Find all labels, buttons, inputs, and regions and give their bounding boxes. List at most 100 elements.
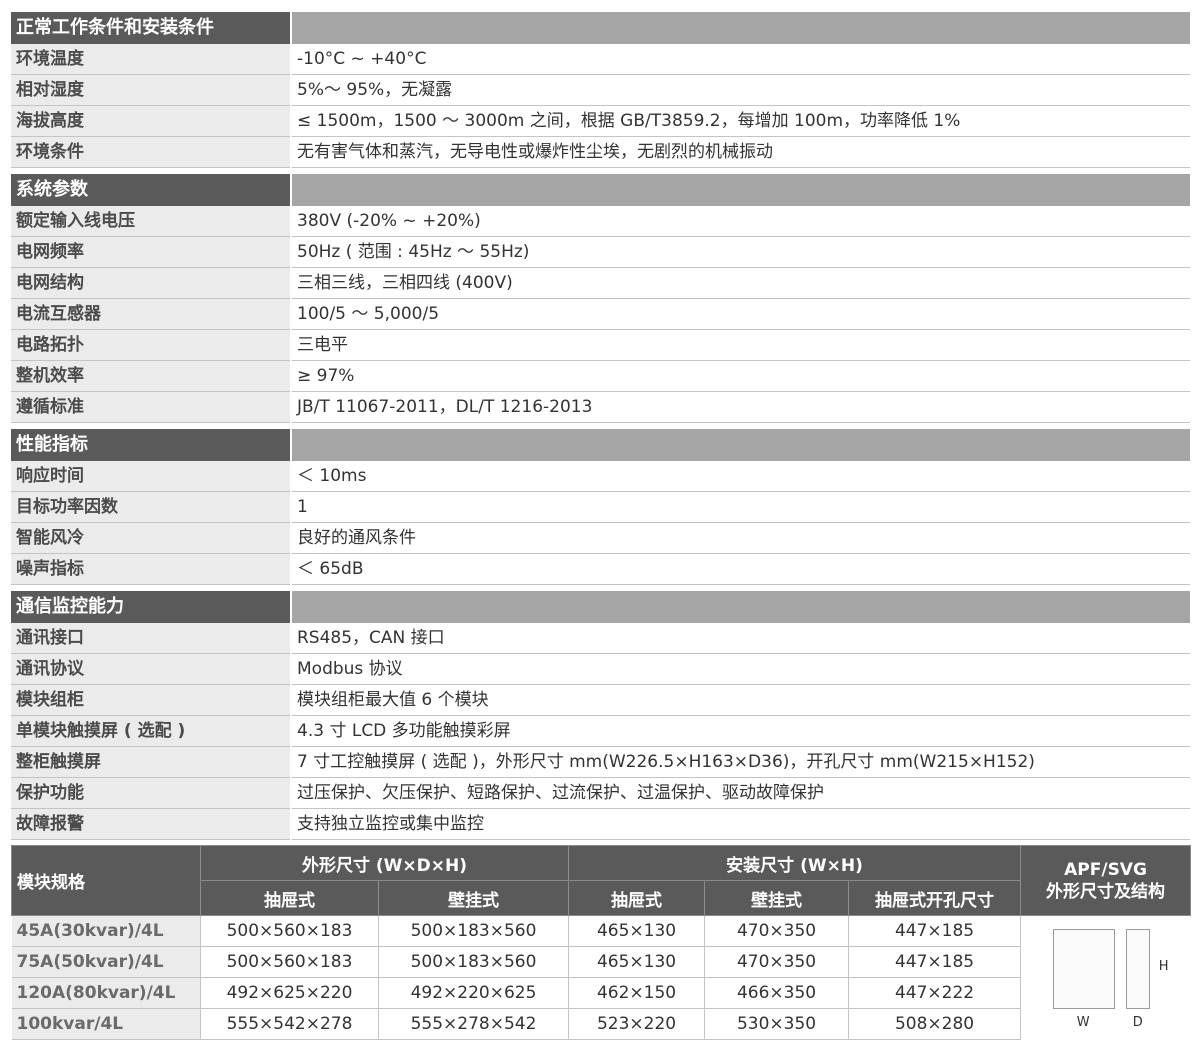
model-cell: 45A(30kvar)/4L	[11, 915, 201, 947]
spec-value: 支持独立监控或集中监控	[291, 808, 1190, 840]
spec-value: 良好的通风条件	[291, 522, 1190, 554]
dimensions-table: 模块规格 外形尺寸 (W×D×H) 安装尺寸 (W×H) APF/SVG 外形尺…	[11, 845, 1192, 1040]
install-drawer-cell: 465×130	[568, 915, 706, 947]
spec-value: 5%～ 95%，无凝露	[291, 74, 1190, 106]
outer-wall-cell: 500×183×560	[378, 946, 570, 978]
install-drawer-cell: 523×220	[568, 1008, 706, 1040]
table-row: 100kvar/4L 555×542×278 555×278×542 523×2…	[11, 1008, 1191, 1040]
spec-table: 正常工作条件和安装条件 环境温度 -10°C ~ +40°C 相对湿度 5%～ 95…	[11, 12, 1190, 840]
spec-row: 环境条件 无有害气体和蒸汽，无导电性或爆炸性尘埃，无剧烈的机械振动	[11, 136, 1190, 168]
spec-value: Modbus 协议	[291, 653, 1190, 685]
spec-value: 过压保护、欠压保护、短路保护、过流保护、过温保护、驱动故障保护	[291, 777, 1190, 809]
spec-label: 通讯接口	[11, 623, 292, 654]
spec-value: 1	[291, 491, 1190, 523]
structure-diagram-cell: H W D	[1020, 915, 1191, 1040]
section-header: 性能指标	[11, 429, 1190, 461]
table-row: 75A(50kvar)/4L 500×560×183 500×183×560 4…	[11, 946, 1191, 978]
spec-label: 通讯协议	[11, 653, 292, 685]
spec-row: 环境温度 -10°C ~ +40°C	[11, 44, 1190, 75]
outer-drawer-cell: 500×560×183	[200, 915, 379, 947]
spec-row: 遵循标准 JB/T 11067-2011，DL/T 1216-2013	[11, 391, 1190, 423]
spec-label: 目标功率因数	[11, 491, 292, 523]
spec-row: 响应时间＜ 10ms	[11, 461, 1190, 492]
spec-label: 保护功能	[11, 777, 292, 809]
spec-label: 噪声指标	[11, 553, 292, 585]
spec-label: 整机效率	[11, 360, 292, 392]
model-cell: 75A(50kvar)/4L	[11, 946, 201, 978]
spec-label: 智能风冷	[11, 522, 292, 554]
depth-label: D	[1132, 1014, 1143, 1030]
install-wall-header: 壁挂式	[704, 880, 850, 916]
section-title: 正常工作条件和安装条件	[11, 12, 292, 44]
spec-label: 故障报警	[11, 808, 292, 840]
section-title: 通信监控能力	[11, 591, 292, 623]
spec-label: 电流互感器	[11, 298, 292, 330]
spec-label: 模块组柜	[11, 684, 292, 716]
table-row: 120A(80kvar)/4L 492×625×220 492×220×625 …	[11, 977, 1191, 1009]
spec-row: 通讯协议 Modbus 协议	[11, 653, 1190, 685]
spec-row: 额定输入线电压 380V (-20% ~ +20%)	[11, 206, 1190, 237]
section-header: 通信监控能力	[11, 591, 1190, 623]
spec-row: 海拔高度 ≤ 1500m，1500 ～ 3000m 之间，根据 GB/T3859.…	[11, 105, 1190, 137]
spec-label: 电网结构	[11, 267, 292, 299]
spec-row: 电流互感器 100/5 ～ 5,000/5	[11, 298, 1190, 330]
install-wall-cell: 530×350	[704, 1008, 850, 1040]
spec-value: ≤ 1500m，1500 ～ 3000m 之间，根据 GB/T3859.2，每增…	[291, 105, 1190, 137]
spec-label: 响应时间	[11, 461, 292, 492]
front-view-box	[1052, 928, 1115, 1009]
outer-wall-cell: 500×183×560	[378, 915, 570, 947]
spec-value: ＜ 10ms	[291, 461, 1190, 492]
install-drawer-cell: 462×150	[568, 977, 706, 1009]
cutout-cell: 447×222	[848, 977, 1022, 1009]
spec-row: 电网频率 50Hz ( 范围 : 45Hz ～ 55Hz)	[11, 236, 1190, 268]
spec-label: 遵循标准	[11, 391, 292, 423]
spec-value: ≥ 97%	[291, 360, 1190, 392]
outer-drawer-cell: 500×560×183	[200, 946, 379, 978]
spec-row: 整柜触摸屏 7 寸工控触摸屏 ( 选配 )，外形尺寸 mm(W226.5×H163…	[11, 746, 1190, 778]
spec-label: 整柜触摸屏	[11, 746, 292, 778]
spec-value: 无有害气体和蒸汽，无导电性或爆炸性尘埃，无剧烈的机械振动	[291, 136, 1190, 168]
side-view-box	[1125, 928, 1150, 1009]
spec-value: 三电平	[291, 329, 1190, 361]
install-wall-cell: 466×350	[704, 977, 850, 1009]
spec-value: -10°C ~ +40°C	[291, 44, 1190, 75]
spec-row: 目标功率因数 1	[11, 491, 1190, 523]
outer-drawer-cell: 555×542×278	[200, 1008, 379, 1040]
spec-label: 海拔高度	[11, 105, 292, 137]
section-header-fill	[291, 429, 1190, 461]
section-title: 性能指标	[11, 429, 292, 461]
section-title: 系统参数	[11, 174, 292, 206]
install-wall-cell: 470×350	[704, 946, 850, 978]
spec-row: 整机效率 ≥ 97%	[11, 360, 1190, 392]
cutout-cell: 447×185	[848, 946, 1022, 978]
cutout-header: 抽屉式开孔尺寸	[848, 880, 1022, 916]
spec-value: 三相三线，三相四线 (400V)	[291, 267, 1190, 299]
install-wall-cell: 470×350	[704, 915, 850, 947]
cutout-cell: 447×185	[848, 915, 1022, 947]
outer-wall-cell: 555×278×542	[378, 1008, 570, 1040]
spec-value: RS485，CAN 接口	[291, 623, 1190, 654]
outer-wall-header: 壁挂式	[377, 880, 570, 916]
install-drawer-header: 抽屉式	[568, 880, 706, 916]
spec-row: 智能风冷 良好的通风条件	[11, 522, 1190, 554]
spec-value: 7 寸工控触摸屏 ( 选配 )，外形尺寸 mm(W226.5×H163×D36)…	[291, 746, 1190, 778]
model-cell: 100kvar/4L	[11, 1008, 201, 1040]
spec-label: 电网频率	[11, 236, 292, 268]
spec-value: 50Hz ( 范围 : 45Hz ～ 55Hz)	[291, 236, 1190, 268]
spec-row: 电路拓扑 三电平	[11, 329, 1190, 361]
outer-drawer-cell: 492×625×220	[200, 977, 379, 1009]
spec-label: 电路拓扑	[11, 329, 292, 361]
spec-label: 环境条件	[11, 136, 292, 168]
spec-row: 故障报警 支持独立监控或集中监控	[11, 808, 1190, 840]
apf-structure-header: APF/SVG 外形尺寸及结构	[1020, 845, 1192, 916]
section-header-fill	[291, 174, 1190, 206]
install-size-header: 安装尺寸 (W×H)	[568, 845, 1022, 881]
outer-wall-cell: 492×220×625	[378, 977, 570, 1009]
spec-value: 模块组柜最大值 6 个模块	[291, 684, 1190, 716]
spec-row: 通讯接口 RS485，CAN 接口	[11, 623, 1190, 654]
cutout-cell: 508×280	[848, 1008, 1022, 1040]
section-header-fill	[291, 591, 1190, 623]
spec-row: 噪声指标＜ 65dB	[11, 553, 1190, 585]
spec-value: 380V (-20% ~ +20%)	[291, 206, 1190, 237]
outer-size-header: 外形尺寸 (W×D×H)	[199, 845, 570, 881]
